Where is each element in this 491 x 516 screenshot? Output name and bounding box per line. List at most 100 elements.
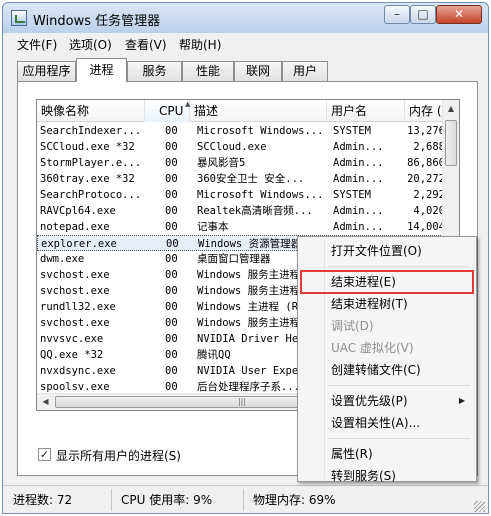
context-menu-item[interactable]: 属性(R) — [301, 443, 473, 465]
process-row[interactable]: SCCloud.exe *32 00 SCCloud.exe Admin... 2,68… — [37, 139, 459, 155]
context-menu-item[interactable]: 设置相关性(A)... — [301, 412, 473, 434]
column-image-name[interactable]: 映像名称 — [37, 100, 145, 122]
process-username: Admin... — [333, 205, 381, 217]
close-button[interactable]: ✕ — [436, 5, 482, 24]
status-divider — [111, 489, 112, 511]
process-username: SYSTEM — [333, 125, 371, 137]
menu-help[interactable]: 帮助(H) — [179, 36, 221, 53]
menu-separator — [328, 266, 470, 267]
context-menu-item[interactable]: 转到服务(S) — [301, 465, 473, 487]
context-menu-label: 属性(R) — [331, 447, 373, 461]
scroll-left-icon[interactable]: ◀ — [37, 394, 54, 410]
process-row[interactable]: notepad.exe 00 记事本 Admin... 14,004 — [37, 219, 459, 235]
process-name: svchost.exe — [40, 269, 110, 281]
process-row[interactable]: RAVCpl64.exe 00 Realtek高清晰音频... Admin... 4,0… — [37, 203, 459, 219]
process-cpu: 00 — [165, 141, 178, 153]
status-divider — [243, 489, 244, 511]
process-memory: 4,020 — [413, 205, 445, 217]
context-menu-item[interactable]: 结束进程(E) — [300, 270, 474, 294]
context-menu-item[interactable]: 打开文件位置(O) — [301, 240, 473, 262]
column-username[interactable]: 用户名 — [327, 100, 405, 122]
context-menu-item: 调试(D) — [301, 315, 473, 337]
process-username: SYSTEM — [333, 189, 371, 201]
process-row[interactable]: StormPlayer.e... 00 暴风影音5 Admin... 86,860 — [37, 155, 459, 171]
process-name: SearchProtoco... — [40, 189, 142, 201]
context-menu-label: 打开文件位置(O) — [331, 244, 422, 258]
process-name: SearchIndexer... — [40, 125, 142, 137]
menu-file[interactable]: 文件(F) — [17, 36, 57, 53]
process-description: Realtek高清晰音频... — [197, 205, 313, 217]
column-description[interactable]: 描述 — [190, 100, 327, 122]
tab-users[interactable]: 用户 — [282, 61, 328, 81]
process-memory: 20,272 — [407, 173, 445, 185]
process-username: Admin... — [333, 173, 381, 185]
process-memory: 86,860 — [407, 157, 445, 169]
minimize-button[interactable]: – — [384, 5, 410, 24]
process-name: svchost.exe — [40, 317, 110, 329]
scroll-up-icon[interactable]: ▲ — [443, 100, 459, 117]
process-name: QQ.exe *32 — [40, 349, 104, 361]
process-name: svchost.exe — [40, 285, 110, 297]
process-cpu: 00 — [165, 269, 178, 281]
tab-applications[interactable]: 应用程序 — [17, 61, 76, 81]
menu-view[interactable]: 查看(V) — [125, 36, 167, 53]
context-menu-item[interactable]: 结束进程树(T) — [301, 293, 473, 315]
process-description: 360安全卫士 安全... — [197, 173, 305, 185]
context-menu-label: 结束进程(E) — [331, 275, 396, 289]
tab-performance[interactable]: 性能 — [182, 61, 234, 81]
context-menu-label: 创建转储文件(C) — [331, 363, 421, 377]
context-menu-label: 设置优先级(P) — [331, 394, 408, 408]
context-menu-label: 设置相关性(A)... — [331, 416, 421, 430]
process-name: 360tray.exe *32 — [40, 173, 135, 185]
tab-networking[interactable]: 联网 — [234, 61, 282, 81]
context-menu-label: 转到服务(S) — [331, 469, 396, 483]
status-bar: 进程数: 72 CPU 使用率: 9% 物理内存: 69% — [3, 485, 488, 513]
process-cpu: 00 — [165, 253, 178, 265]
process-cpu: 00 — [166, 238, 179, 250]
resize-grip-icon[interactable] — [474, 501, 485, 512]
process-memory: 13,276 — [407, 125, 445, 137]
maximize-button[interactable]: □ — [410, 5, 436, 24]
context-menu-item[interactable]: 设置优先级(P) ▶ — [301, 390, 473, 412]
process-cpu: 00 — [165, 205, 178, 217]
process-row[interactable]: SearchProtoco... 00 Microsoft Windows... SY… — [37, 187, 459, 203]
process-cpu: 00 — [165, 301, 178, 313]
menu-separator — [328, 385, 470, 386]
process-row[interactable]: SearchIndexer... 00 Microsoft Windows... SY… — [37, 123, 459, 139]
vertical-scroll-thumb[interactable] — [445, 120, 457, 166]
status-process-count: 进程数: 72 — [13, 493, 73, 507]
process-username: Admin... — [333, 157, 381, 169]
process-cpu: 00 — [165, 349, 178, 361]
process-memory: 2,688 — [413, 141, 445, 153]
show-all-users-label: 显示所有用户的进程(S) — [56, 449, 181, 463]
status-memory-usage: 物理内存: 69% — [253, 493, 336, 507]
tab-services[interactable]: 服务 — [127, 61, 182, 81]
process-memory: 14,004 — [407, 221, 445, 233]
process-description: SCCloud.exe — [197, 141, 267, 153]
process-description: Microsoft Windows... — [197, 189, 324, 201]
process-cpu: 00 — [165, 173, 178, 185]
process-name: StormPlayer.e... — [40, 157, 142, 169]
process-description: 暴风影音5 — [197, 157, 246, 169]
menu-options[interactable]: 选项(O) — [69, 36, 112, 53]
column-memory[interactable]: 内存 ( — [405, 100, 443, 122]
menu-separator — [328, 438, 470, 439]
context-menu-label: UAC 虚拟化(V) — [331, 341, 414, 355]
process-cpu: 00 — [165, 189, 178, 201]
title-bar[interactable]: Windows 任务管理器 – □ ✕ — [3, 3, 488, 33]
process-name: nvxdsync.exe — [40, 365, 116, 377]
context-menu-label: 调试(D) — [331, 319, 374, 333]
process-name: notepad.exe — [40, 221, 110, 233]
process-cpu: 00 — [165, 365, 178, 377]
process-cpu: 00 — [165, 285, 178, 297]
tab-processes[interactable]: 进程 — [76, 58, 127, 82]
process-row[interactable]: 360tray.exe *32 00 360安全卫士 安全... Admin... 20… — [37, 171, 459, 187]
submenu-arrow-icon: ▶ — [458, 396, 465, 405]
context-menu-label: 结束进程树(T) — [331, 297, 408, 311]
process-name: dwm.exe — [40, 253, 85, 265]
process-cpu: 00 — [165, 157, 178, 169]
column-cpu[interactable]: CPU — [145, 100, 190, 122]
process-context-menu: 打开文件位置(O) 结束进程(E) 结束进程树(T) 调试(D) UAC 虚拟化(V) 创… — [297, 236, 477, 483]
context-menu-item[interactable]: 创建转储文件(C) — [301, 359, 473, 381]
show-all-users-checkbox[interactable]: ✓ — [38, 448, 51, 461]
